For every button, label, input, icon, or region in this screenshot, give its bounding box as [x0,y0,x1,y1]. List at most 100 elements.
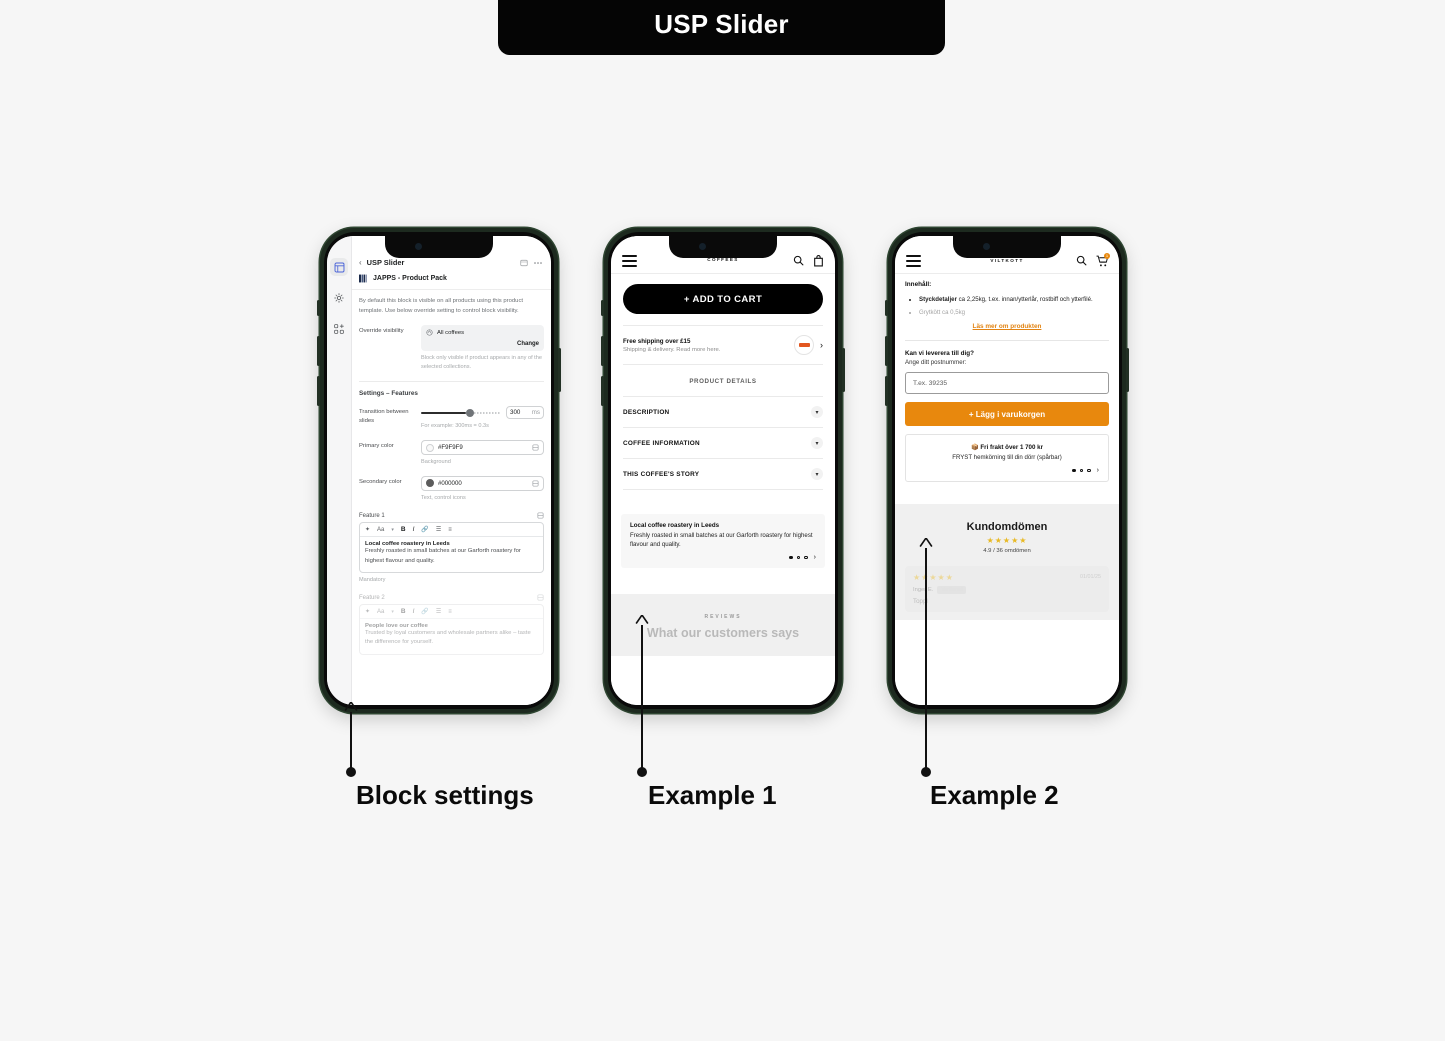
bullet-list-icon[interactable]: ☰ [436,608,441,615]
link-icon[interactable]: 🔗 [421,526,428,533]
usp-dot-1[interactable] [1072,468,1076,473]
review-verified-badge: Verifierad [937,585,967,594]
phone3-screen: VILTKOTT 1 Innehåll: Styckdetaljer ca 2,… [895,236,1119,705]
accordion-label: THIS COFFEE'S STORY [623,470,700,478]
transition-row: Transition between slides 300 ms For exa… [359,406,544,431]
sidebar-item-sections[interactable] [330,258,348,276]
sidebar-item-settings[interactable] [330,289,348,307]
product-details-title: PRODUCT DETAILS [689,378,757,385]
usp-slide-body: Freshly roasted in small batches at our … [630,531,813,548]
dynamic-source-icon[interactable] [532,444,539,451]
preview-icon[interactable] [520,259,528,267]
dynamic-source-icon[interactable] [532,480,539,487]
sidebar-item-apps[interactable] [330,320,348,338]
usp-next-button[interactable]: › [814,554,816,561]
shipping-title: Free shipping over £15 [623,337,691,345]
chevron-down-icon[interactable]: ▾ [391,609,394,615]
delivery-subtitle: Ange ditt postnummer: [905,359,967,367]
bold-icon[interactable]: B [401,608,406,615]
usp-next-button[interactable]: › [1097,467,1099,474]
back-chevron-icon[interactable]: ‹ [359,258,362,267]
text-style-icon[interactable]: Aa [377,609,384,615]
accordion-coffee-story[interactable]: THIS COFFEE'S STORY ▾ [623,458,823,490]
dynamic-source-icon[interactable] [537,512,544,519]
italic-icon[interactable]: I [413,526,415,533]
usp-dot-3[interactable] [1087,468,1091,473]
cart-icon-wrap[interactable]: 1 [1096,252,1110,267]
magic-icon[interactable]: ✦ [365,526,370,533]
apps-add-icon [334,324,344,334]
primary-color-input[interactable]: #F9F9F9 [421,440,544,456]
annotation-line-1 [350,712,352,772]
secondary-color-swatch[interactable] [426,479,434,488]
search-icon[interactable] [1076,255,1087,266]
review-card-name: Inger E. [913,586,934,593]
content-list: Styckdetaljer ca 2,25kg, t.ex. innan/ytt… [919,295,1109,317]
cart-badge: 1 [1104,252,1110,259]
hamburger-icon[interactable] [906,254,921,267]
accordion-description[interactable]: DESCRIPTION ▾ [623,396,823,427]
phone1-screen: ‹ USP Slider JAPPS - Product Pack By def… [327,236,551,705]
usp-slider-card[interactable]: Local coffee roastery in Leeds Freshly r… [621,514,825,568]
primary-color-hint: Background [421,459,451,466]
usp-dot-2[interactable] [1079,468,1084,473]
phone-power-button [842,348,845,392]
phone-notch [385,236,493,258]
usp-dot-3[interactable] [804,555,808,559]
bullet-list-icon[interactable]: ☰ [436,526,441,533]
transition-slider[interactable] [421,408,501,417]
italic-icon[interactable]: I [413,608,415,615]
transition-value: 300 [510,409,521,417]
add-to-cart-button[interactable]: + Lägg i varukorgen [905,402,1109,427]
transition-hint: For example: 300ms = 0.3s [421,423,489,430]
usp-slide-body: FRYST hemkörning till din dörr (spårbar) [952,453,1062,461]
divider [905,340,1109,342]
admin-sidebar-rail [327,236,352,705]
numbered-list-icon[interactable]: ≡ [448,609,452,615]
shipping-badge-icon [794,335,814,355]
usp-dot-2[interactable] [796,555,801,559]
link-icon[interactable]: 🔗 [421,608,428,615]
usp-dot-1[interactable] [789,555,793,559]
slider-handle[interactable] [465,408,474,417]
phone-volume-down-button [885,376,888,406]
shipping-subtitle: Shipping & delivery. Read more here. [623,346,721,353]
bold-icon[interactable]: B [401,526,406,533]
poster-canvas: USP Slider ‹ USP Slider JAPPS - Product … [0,0,1445,1041]
shipping-info-row[interactable]: Free shipping over £15 Shipping & delive… [623,325,823,365]
text-style-icon[interactable]: Aa [377,527,384,533]
primary-color-swatch[interactable] [426,443,434,452]
chevron-right-icon[interactable]: › [820,340,823,350]
front-camera-icon [415,243,422,250]
review-card-date: 01/01/25 [1080,574,1101,581]
transition-value-input[interactable]: 300 ms [506,406,544,420]
accordion-coffee-information[interactable]: COFFEE INFORMATION ▾ [623,427,823,458]
dynamic-source-icon[interactable] [537,594,544,601]
secondary-color-input[interactable]: #000000 [421,475,544,491]
chevron-down-icon[interactable]: ▾ [811,468,823,480]
rte-toolbar: ✦ Aa ▾ B I 🔗 ☰ ≡ [360,605,543,620]
annotation-arrow-1 [344,702,358,711]
usp-slider-card[interactable]: 📦 Fri frakt över 1 700 kr FRYST hemkörni… [905,434,1109,482]
hamburger-icon[interactable] [622,254,637,267]
more-menu-icon[interactable] [533,259,543,267]
usp-slider-controls: › [630,554,816,561]
feature-2-editor[interactable]: ✦ Aa ▾ B I 🔗 ☰ ≡ People love our coffee [359,604,544,655]
chevron-down-icon[interactable]: ▾ [811,437,823,449]
phone-volume-down-button [601,376,604,406]
chevron-down-icon[interactable]: ▾ [391,527,394,533]
usp-slider-controls: › [915,467,1099,474]
magic-icon[interactable]: ✦ [365,608,370,615]
add-to-cart-button[interactable]: + ADD TO CART [623,284,823,314]
chevron-down-icon[interactable]: ▾ [811,406,823,418]
numbered-list-icon[interactable]: ≡ [448,527,452,533]
search-icon[interactable] [793,255,804,266]
read-more-link[interactable]: Läs mer om produkten [905,323,1109,330]
postcode-input[interactable]: T.ex. 39235 [905,372,1109,395]
change-button[interactable]: Change [426,341,539,347]
cart-bag-icon[interactable] [813,254,824,267]
reviews-title: Kundomdömen [966,520,1048,533]
override-visibility-control[interactable]: All coffees Change [421,325,544,352]
feature-1-editor[interactable]: ✦ Aa ▾ B I 🔗 ☰ ≡ Local coffee roastery i… [359,522,544,573]
phone-volume-up-button [317,336,320,366]
